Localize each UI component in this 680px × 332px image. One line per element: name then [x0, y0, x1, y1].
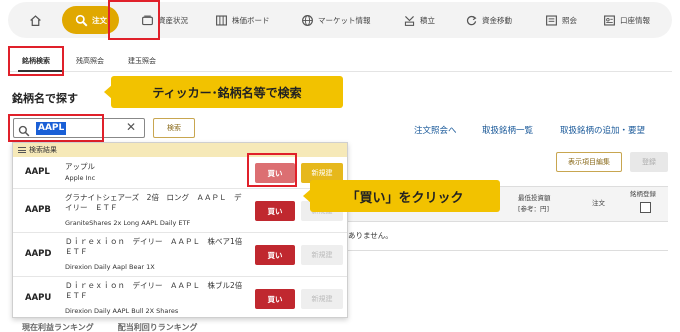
nav-home[interactable]: [28, 2, 46, 38]
nav-order[interactable]: 注文: [62, 6, 119, 34]
result-english-name: GraniteShares 2x Long AAPL Daily ETF: [65, 219, 191, 227]
account-icon: [602, 13, 616, 27]
nav-transfer-label: 資金移動: [482, 15, 512, 25]
results-header: 検索結果: [13, 143, 347, 157]
list-item[interactable]: AAPD Ｄｉｒｅｘｉｏｎ デイリー ＡＡＰＬ 株ベア1倍 ＥＴＦ Direxi…: [13, 233, 347, 277]
list-item[interactable]: AAPB グラナイトシェアーズ 2倍 ロング ＡＡＰＬ デイリー ＥＴＦ Gra…: [13, 189, 347, 233]
nav-market[interactable]: マーケット情報: [300, 2, 371, 38]
inquiry-icon: [544, 13, 558, 27]
nav-inquiry-label: 照会: [562, 15, 577, 25]
link-symbol-list[interactable]: 取扱銘柄一覧: [482, 124, 533, 136]
link-order-inquiry[interactable]: 注文照会へ: [414, 124, 457, 136]
page-title: 銘柄名で探す: [12, 92, 78, 105]
new-position-button[interactable]: 新規建: [301, 245, 343, 265]
buy-button[interactable]: 買い: [255, 245, 295, 265]
result-english-name: Apple Inc: [65, 174, 96, 182]
result-name: アップル: [65, 162, 95, 171]
result-ticker: AAPB: [25, 205, 51, 215]
active-tab-underline: [18, 70, 64, 72]
result-ticker: AAPU: [25, 293, 52, 303]
results-header-label: 検索結果: [29, 146, 57, 154]
close-icon[interactable]: ✕: [126, 120, 136, 134]
result-name: Ｄｉｒｅｘｉｏｎ デイリー ＡＡＰＬ 株ベア1倍 ＥＴＦ: [65, 237, 250, 256]
result-english-name: Direxion Daily Aapl Bear 1X: [65, 263, 155, 271]
sub-tabs: 銘柄検索 残高照会 建玉照会: [8, 50, 672, 72]
nav-board[interactable]: 株価ボード: [214, 2, 270, 38]
search-icon: [74, 13, 88, 27]
buy-callout: 「買い」をクリック: [310, 180, 500, 212]
globe-icon: [300, 13, 314, 27]
nav-inquiry[interactable]: 照会: [544, 2, 577, 38]
col-min-invest-unit: [参考：円]: [518, 205, 550, 213]
col-order: 注文: [592, 199, 605, 207]
buy-button[interactable]: 買い: [255, 289, 295, 309]
search-icon: [18, 122, 30, 137]
col-register: 銘柄登録: [630, 190, 656, 198]
edit-display-button[interactable]: 表示項目編集: [556, 152, 622, 172]
nav-assets[interactable]: 資産状況: [140, 2, 188, 38]
search-results-dropdown: 検索結果 AAPL アップル Apple Inc 買い 新規建 AAPB グラナ…: [12, 142, 348, 318]
nav-transfer[interactable]: 資金移動: [464, 2, 512, 38]
buy-button[interactable]: 買い: [255, 201, 295, 221]
home-icon: [28, 13, 42, 27]
nav-account-label: 口座情報: [620, 15, 650, 25]
result-name: グラナイトシェアーズ 2倍 ロング ＡＡＰＬ デイリー ＥＴＦ: [65, 193, 242, 212]
tab-symbol-search[interactable]: 銘柄検索: [22, 56, 50, 66]
global-nav: 注文 資産状況 株価ボード マーケット情報 積立 資金移動 照会 口座情報: [8, 2, 672, 38]
wallet-icon: [140, 13, 154, 27]
tab-balance[interactable]: 残高照会: [76, 56, 104, 66]
nav-order-label: 注文: [92, 15, 107, 25]
register-button[interactable]: 登録: [630, 152, 668, 172]
transfer-icon: [464, 13, 478, 27]
savings-icon: [402, 13, 416, 27]
nav-assets-label: 資産状況: [158, 15, 188, 25]
nav-savings-label: 積立: [420, 15, 435, 25]
search-button[interactable]: 検索: [153, 118, 195, 138]
empty-message: ありません。: [348, 231, 393, 240]
result-ticker: AAPD: [25, 249, 52, 259]
list-item[interactable]: AAPU Ｄｉｒｅｘｉｏｎ デイリー ＡＡＰＬ 株ブル2倍 ＥＴＦ Direxi…: [13, 277, 347, 318]
list-icon: [18, 147, 26, 153]
search-input-value: AAPL: [36, 122, 67, 135]
new-position-button[interactable]: 新規建: [301, 289, 343, 309]
list-item[interactable]: AAPL アップル Apple Inc 買い 新規建: [13, 157, 347, 189]
link-symbol-request[interactable]: 取扱銘柄の追加・要望: [560, 124, 645, 136]
buy-button[interactable]: 買い: [255, 163, 295, 183]
nav-market-label: マーケット情報: [318, 15, 371, 25]
table-divider: [348, 250, 668, 251]
result-name: Ｄｉｒｅｘｉｏｎ デイリー ＡＡＰＬ 株ブル2倍 ＥＴＦ: [65, 281, 250, 300]
result-ticker: AAPL: [25, 167, 50, 177]
result-english-name: Direxion Daily AAPL Bull 2X Shares: [65, 307, 179, 315]
nav-account[interactable]: 口座情報: [602, 2, 650, 38]
search-input[interactable]: AAPL ✕: [13, 118, 145, 138]
col-min-invest: 最低投資額: [518, 194, 551, 202]
ranking-links: 現在利益ランキング 配当利回りランキング: [22, 323, 198, 332]
nav-board-label: 株価ボード: [232, 15, 270, 25]
search-callout: ティッカー･銘柄名等で検索: [111, 76, 343, 108]
board-icon: [214, 13, 228, 27]
tab-positions[interactable]: 建玉照会: [128, 56, 156, 66]
nav-savings[interactable]: 積立: [402, 2, 435, 38]
select-all-checkbox[interactable]: [640, 202, 651, 213]
